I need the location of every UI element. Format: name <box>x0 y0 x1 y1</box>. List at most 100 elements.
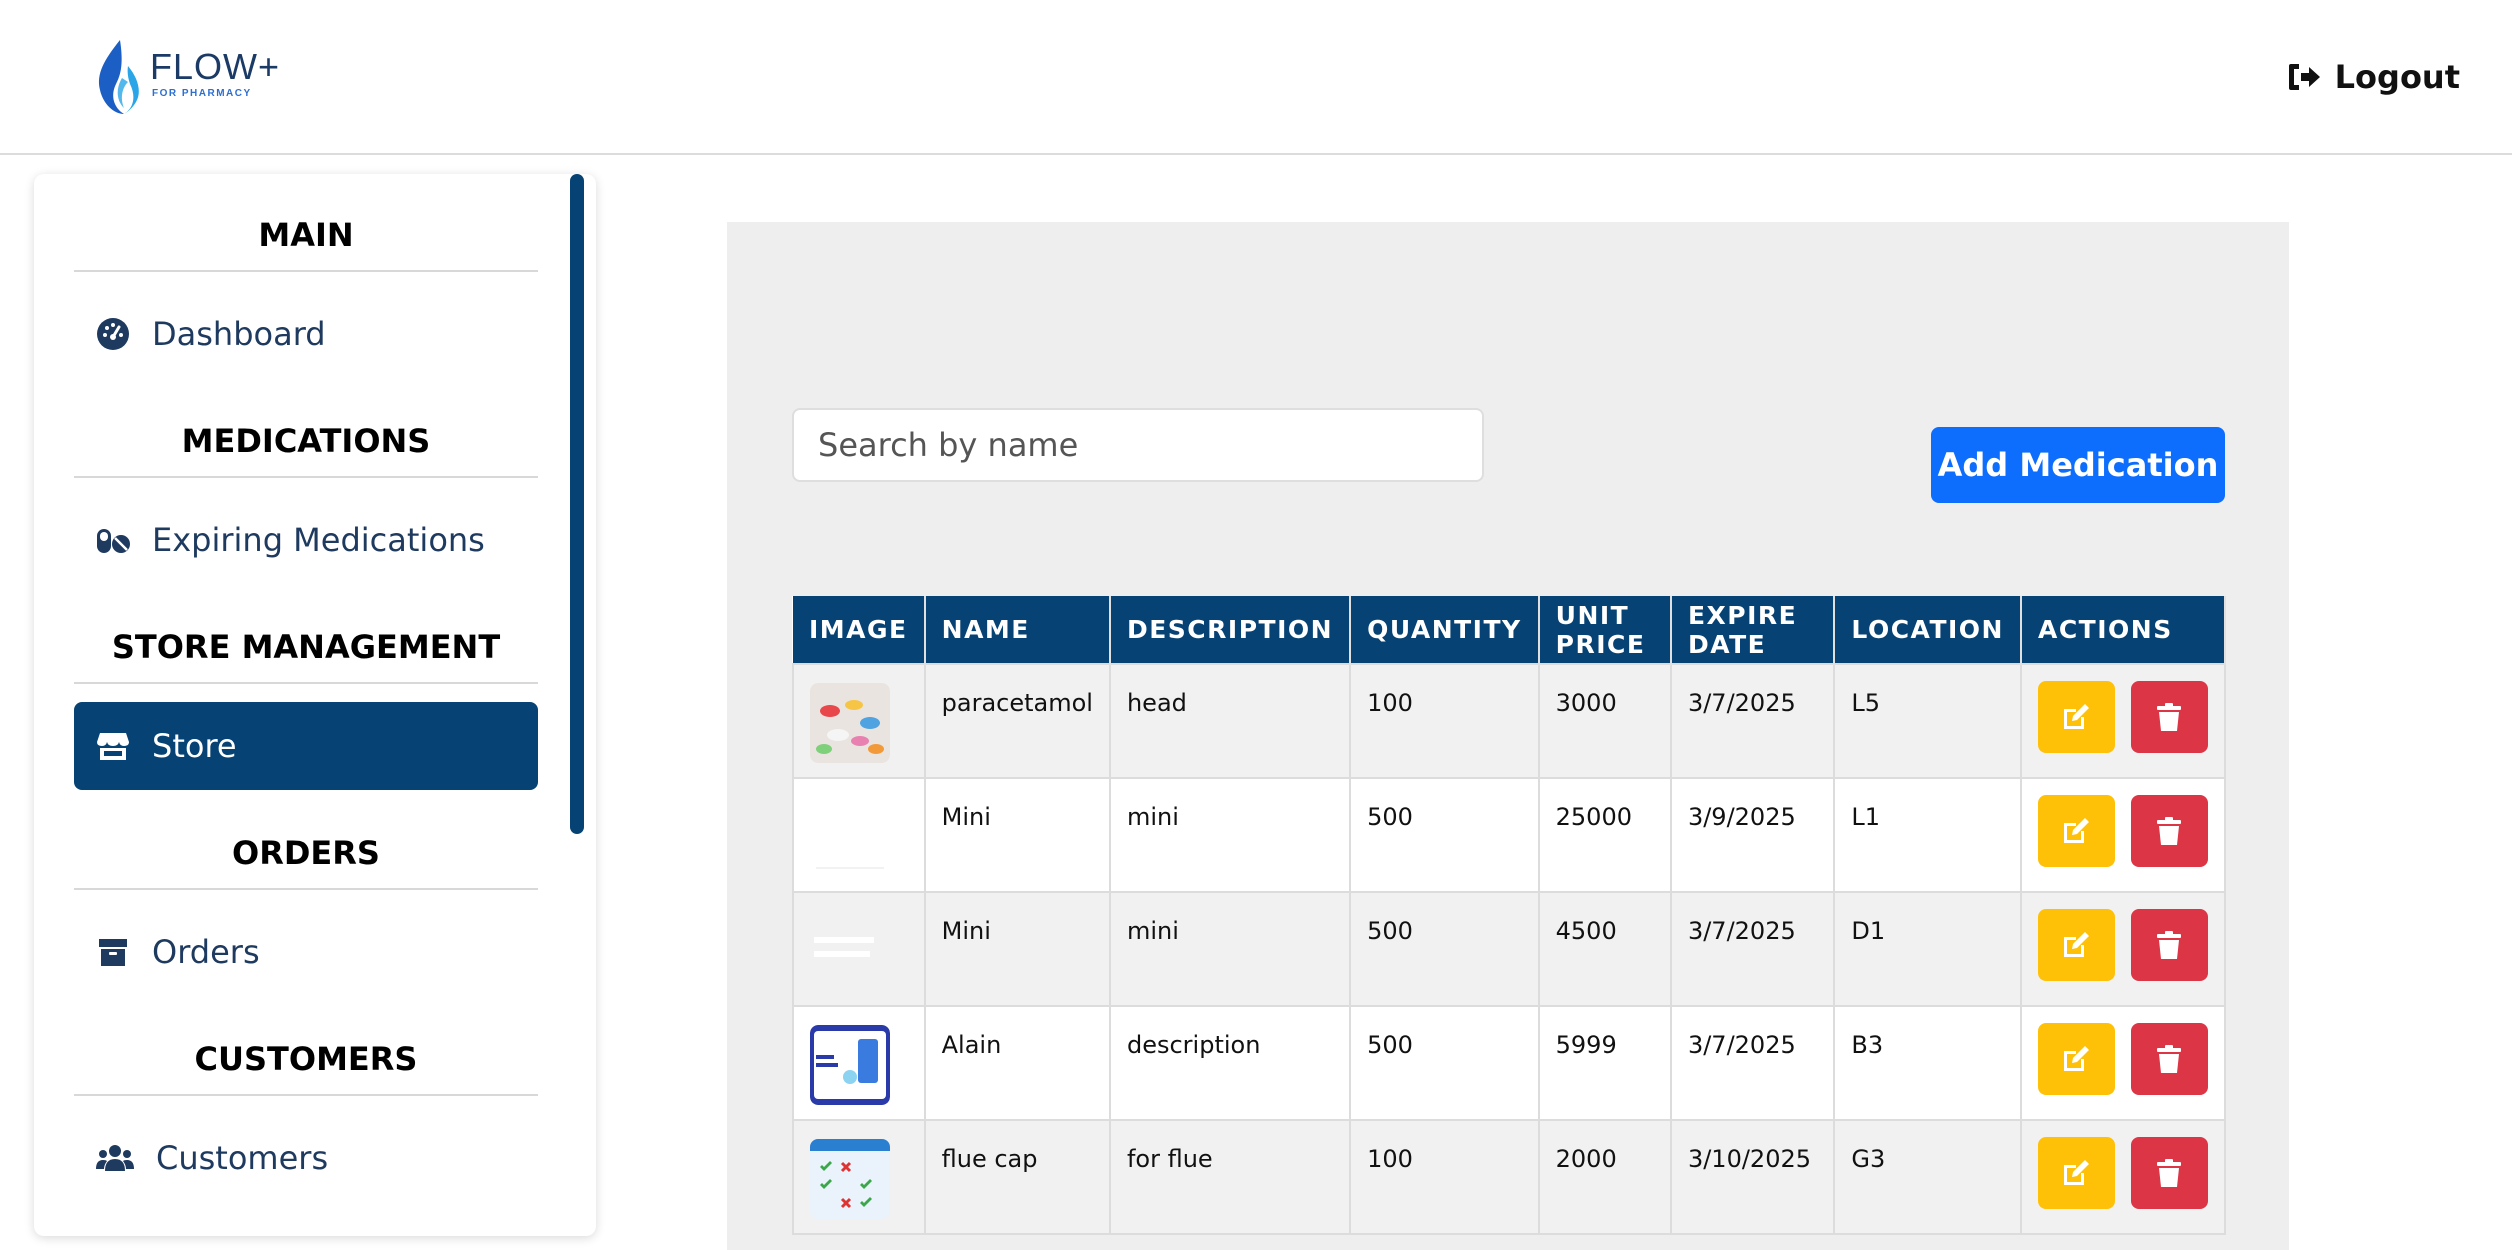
edit-icon <box>2064 818 2090 843</box>
cell-unit-price: 25000 <box>1537 777 1672 893</box>
cell-description: description <box>1108 1005 1352 1121</box>
cell-expire-date: 3/7/2025 <box>1669 891 1836 1007</box>
edit-button[interactable] <box>2037 1137 2115 1209</box>
delete-button[interactable] <box>2130 681 2208 753</box>
delete-button[interactable] <box>2130 909 2208 981</box>
edit-button[interactable] <box>2037 795 2115 867</box>
cell-location: L1 <box>1833 777 2022 893</box>
edit-button[interactable] <box>2037 1023 2115 1095</box>
sidebar-item-label: Orders <box>152 933 260 971</box>
edit-button[interactable] <box>2037 909 2115 981</box>
cell-name: Mini <box>923 777 1111 893</box>
top-header: FLOW+ FOR PHARMACY Logout <box>0 0 2512 155</box>
sidebar-scrollbar[interactable] <box>570 174 584 834</box>
column-header-unit-price: UNIT PRICE <box>1538 596 1672 664</box>
cell-description: mini <box>1108 891 1352 1007</box>
logout-label: Logout <box>2334 58 2460 96</box>
column-header-location: LOCATION <box>1834 596 2022 664</box>
cell-name: paracetamol <box>923 663 1111 779</box>
brand-logo[interactable]: FLOW+ FOR PHARMACY <box>94 38 294 118</box>
edit-button[interactable] <box>2037 681 2115 753</box>
cell-name: flue cap <box>923 1119 1111 1235</box>
box-icon <box>99 939 127 966</box>
cell-image <box>792 777 926 893</box>
medications-table: IMAGE NAME DESCRIPTION QUANTITY UNIT PRI… <box>792 596 2227 1235</box>
cell-description: for flue <box>1108 1119 1352 1235</box>
table-row: Alain description 500 5999 3/7/2025 B3 <box>792 1005 2227 1121</box>
cell-unit-price: 5999 <box>1537 1005 1672 1121</box>
cell-location: D1 <box>1833 891 2022 1007</box>
cell-quantity: 500 <box>1349 1005 1540 1121</box>
column-header-actions: ACTIONS <box>2020 596 2227 664</box>
edit-icon <box>2064 1046 2090 1071</box>
logout-button[interactable]: Logout <box>2287 55 2460 99</box>
column-header-name: NAME <box>924 596 1111 664</box>
brand-subtitle: FOR PHARMACY <box>152 88 252 99</box>
cell-image <box>792 663 926 779</box>
column-header-description: DESCRIPTION <box>1109 596 1352 664</box>
cell-quantity: 500 <box>1349 777 1540 893</box>
cell-location: G3 <box>1833 1119 2022 1235</box>
sidebar-item-store[interactable]: Store <box>74 702 538 790</box>
gauge-icon <box>97 318 129 350</box>
cell-expire-date: 3/10/2025 <box>1669 1119 1836 1235</box>
cell-unit-price: 3000 <box>1537 663 1672 779</box>
trash-icon <box>2157 817 2182 845</box>
cell-image <box>792 1119 926 1235</box>
sidebar-item-customers[interactable]: Customers <box>74 1114 538 1202</box>
add-medication-button[interactable]: Add Medication <box>1931 427 2225 503</box>
cell-actions <box>2019 1005 2227 1121</box>
sign-out-icon <box>2288 64 2320 90</box>
edit-icon <box>2064 1160 2090 1185</box>
cell-actions <box>2019 777 2227 893</box>
delete-button[interactable] <box>2130 1137 2208 1209</box>
trash-icon <box>2157 1045 2182 1073</box>
medication-image <box>810 1139 890 1219</box>
sidebar-item-expiring-medications[interactable]: Expiring Medications <box>74 496 538 584</box>
delete-button[interactable] <box>2130 1023 2208 1095</box>
medication-image <box>810 797 890 877</box>
cell-actions <box>2019 1119 2227 1235</box>
sidebar-heading-store-management: STORE MANAGEMENT <box>74 584 538 684</box>
sidebar-item-label: Store <box>152 727 237 765</box>
cell-unit-price: 4500 <box>1537 891 1672 1007</box>
delete-button[interactable] <box>2130 795 2208 867</box>
cell-expire-date: 3/9/2025 <box>1669 777 1836 893</box>
medication-image <box>810 911 890 991</box>
cell-image <box>792 1005 926 1121</box>
sidebar-item-label: Dashboard <box>152 315 326 353</box>
cell-expire-date: 3/7/2025 <box>1669 663 1836 779</box>
store-icon <box>97 733 129 760</box>
table-header-row: IMAGE NAME DESCRIPTION QUANTITY UNIT PRI… <box>793 596 2227 664</box>
sidebar-item-label: Expiring Medications <box>152 521 485 559</box>
column-header-quantity: QUANTITY <box>1350 596 1540 664</box>
table-row: Mini mini 500 25000 3/9/2025 L1 <box>792 777 2227 893</box>
cell-quantity: 100 <box>1349 1119 1540 1235</box>
table-row: paracetamol head 100 3000 3/7/2025 L5 <box>792 663 2227 779</box>
cell-description: head <box>1108 663 1352 779</box>
users-icon <box>96 1145 134 1171</box>
cell-quantity: 500 <box>1349 891 1540 1007</box>
cell-quantity: 100 <box>1349 663 1540 779</box>
trash-icon <box>2157 1159 2182 1187</box>
cell-location: L5 <box>1833 663 2022 779</box>
brand-title: FLOW+ <box>150 46 281 87</box>
medication-image <box>810 683 890 763</box>
cell-image <box>792 891 926 1007</box>
sidebar-item-orders[interactable]: Orders <box>74 908 538 996</box>
column-header-expire-date: EXPIRE DATE <box>1670 596 1836 664</box>
sidebar-menu: MAIN Dashboard MEDICATIONS Expiring Medi… <box>74 174 538 1202</box>
medication-image <box>810 1025 890 1105</box>
cell-location: B3 <box>1833 1005 2022 1121</box>
table-row: flue cap for flue 100 2000 3/10/2025 G3 <box>792 1119 2227 1235</box>
cell-actions <box>2019 891 2227 1007</box>
search-input[interactable] <box>792 408 1484 482</box>
trash-icon <box>2157 703 2182 731</box>
sidebar: MAIN Dashboard MEDICATIONS Expiring Medi… <box>34 174 596 1236</box>
cell-description: mini <box>1108 777 1352 893</box>
cell-actions <box>2019 663 2227 779</box>
sidebar-item-dashboard[interactable]: Dashboard <box>74 290 538 378</box>
flame-icon <box>98 40 139 114</box>
sidebar-heading-customers: CUSTOMERS <box>74 996 538 1096</box>
sidebar-item-label: Customers <box>156 1139 329 1177</box>
